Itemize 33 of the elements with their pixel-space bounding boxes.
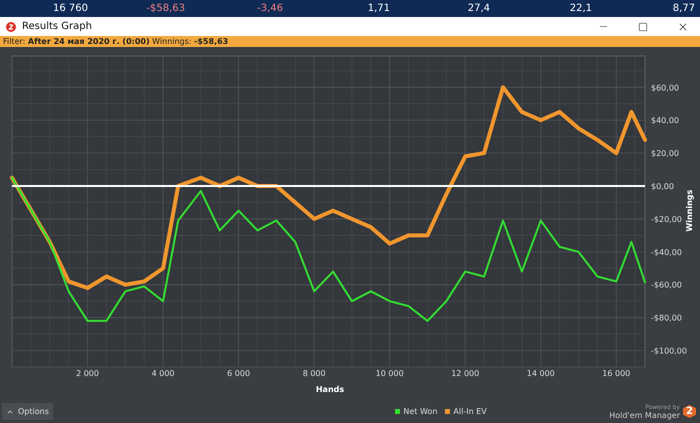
summary-value: 8,77 — [672, 3, 695, 14]
y-tick-label: $0,00 — [651, 182, 674, 191]
x-tick-label: 16 000 — [602, 369, 630, 378]
x-tick-label: 12 000 — [451, 369, 480, 378]
brand-name: Hold'em Manager — [609, 410, 680, 420]
summary-value: 1,71 — [366, 3, 390, 14]
summary-value: 16 760 — [52, 3, 88, 14]
legend-label: Net Won — [403, 407, 438, 416]
summary-value: -$58,63 — [145, 3, 185, 14]
options-button[interactable]: Options — [2, 403, 53, 420]
x-tick-label: 2 000 — [76, 369, 99, 378]
y-tick-label: -$20,00 — [651, 214, 682, 224]
y-tick-label: -$40,00 — [651, 248, 682, 257]
y-tick-label: $60,00 — [651, 83, 679, 92]
y-tick-label: -$100,00 — [651, 346, 687, 356]
y-tick-label: -$60,00 — [651, 280, 682, 290]
y-axis-title: Winnings — [685, 190, 694, 232]
y-tick-label: $40,00 — [651, 116, 679, 126]
summary-value: 27,4 — [466, 3, 490, 14]
y-tick-label: -$80,00 — [651, 314, 682, 323]
legend-label: All-In EV — [453, 407, 487, 416]
summary-value: 22,1 — [568, 3, 592, 14]
brand-logo: 2 — [682, 405, 696, 418]
x-axis-title: Hands — [316, 385, 344, 394]
x-tick-label: 4 000 — [152, 369, 175, 378]
x-tick-label: 6 000 — [227, 369, 250, 378]
y-tick-label: $20,00 — [651, 149, 679, 158]
window-title: Results Graph — [22, 21, 93, 32]
summary-value: -3,46 — [256, 3, 283, 14]
x-tick-label: 14 000 — [526, 369, 555, 378]
filter-text: Filter: After 24 мая 2020 г. (0:00) Winnings: -$58,63 — [3, 37, 228, 46]
x-tick-label: 10 000 — [376, 369, 404, 378]
x-tick-label: 8 000 — [302, 369, 326, 378]
